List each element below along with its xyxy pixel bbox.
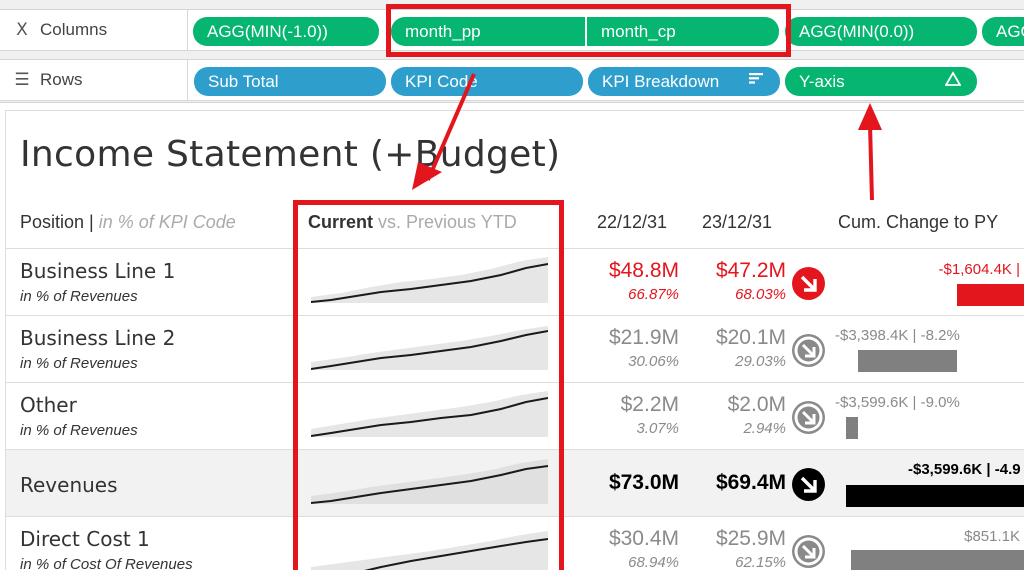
cum-change-text: -$3,599.6K | -9.0% (835, 394, 960, 411)
columns-drop-zone[interactable]: AGG(MIN(-1.0)) month_pp month_cp AGG(MIN… (188, 9, 1024, 51)
trend-down-arrow-icon (792, 267, 825, 300)
cum-change-bar (846, 485, 1024, 507)
row-sublabel: in % of Revenues (20, 288, 138, 305)
value-date-1: $73.0M (608, 471, 679, 494)
header-cum-change: Cum. Change to PY (838, 212, 999, 232)
value-date-2: $25.9M (715, 527, 786, 550)
pct-date-2: 2.94% (743, 420, 786, 437)
delta-icon (944, 71, 962, 92)
sort-descending-icon[interactable] (748, 70, 764, 91)
trend-down-arrow-icon (792, 468, 825, 501)
pill-month-pp[interactable]: month_pp (391, 17, 585, 46)
pill-agg-min-neg1[interactable]: AGG(MIN(-1.0)) (193, 17, 379, 46)
pill-agg-min-zero[interactable]: AGG(MIN(0.0)) (785, 17, 977, 46)
trend-down-arrow-icon (792, 334, 825, 367)
pct-date-1: 66.87% (628, 286, 679, 303)
sparkline (311, 326, 548, 370)
rows-shelf-label: ☰ Rows (0, 59, 188, 101)
row-label: Other (20, 393, 77, 417)
pill-sub-total[interactable]: Sub Total (194, 67, 386, 96)
value-date-2: $20.1M (715, 326, 786, 349)
table-row[interactable]: Direct Cost 1 in % of Cost Of Revenues $… (6, 516, 1024, 570)
cum-change-text: -$3,398.4K | -8.2% (835, 327, 960, 344)
pct-date-1: 30.06% (628, 353, 679, 370)
pill-month-cp[interactable]: month_cp (587, 17, 779, 46)
pct-date-1: 68.94% (628, 554, 679, 570)
sparkline (311, 531, 548, 570)
cum-change-bar (851, 550, 1024, 570)
value-date-1: $30.4M (608, 527, 679, 550)
cum-change-bar (957, 284, 1024, 306)
columns-shelf: Ⅹ Columns AGG(MIN(-1.0)) month_pp month_… (0, 9, 1024, 51)
rows-icon: ☰ (14, 70, 30, 89)
row-label: Revenues (20, 473, 118, 497)
columns-shelf-label: Ⅹ Columns (0, 9, 188, 51)
sparkline (311, 391, 548, 437)
trend-down-arrow-icon (792, 535, 825, 568)
pct-date-2: 68.03% (735, 286, 786, 303)
row-label: Business Line 2 (20, 326, 176, 350)
row-sublabel: in % of Revenues (20, 355, 138, 372)
pill-agg-truncated[interactable]: AGG (982, 17, 1024, 46)
cum-change-bar (858, 350, 957, 372)
header-position: Position | in % of KPI Code (20, 212, 236, 232)
header-date-2: 23/12/31 (702, 212, 773, 232)
rows-shelf: ☰ Rows Sub Total KPI Code KPI Breakdown … (0, 59, 1024, 101)
value-date-1: $2.2M (620, 393, 679, 416)
pill-y-axis[interactable]: Y-axis (785, 67, 977, 96)
pill-kpi-breakdown[interactable]: KPI Breakdown (588, 67, 780, 96)
header-current-vs-previous: Current vs. Previous YTD (308, 212, 517, 232)
row-sublabel: in % of Revenues (20, 422, 138, 439)
value-date-1: $21.9M (608, 326, 679, 349)
table-row[interactable]: Business Line 1 in % of Revenues $48.8M … (6, 248, 1024, 315)
value-date-2: $69.4M (715, 471, 786, 494)
value-date-2: $47.2M (715, 259, 786, 282)
sparkline (311, 257, 548, 303)
cum-change-text: $851.1K (964, 528, 1020, 545)
cum-change-text: -$1,604.4K | (938, 261, 1020, 278)
pct-date-2: 29.03% (735, 353, 786, 370)
table-row-subtotal[interactable]: Revenues $73.0M $69.4M -$3,599.6K | -4.9 (6, 449, 1024, 516)
sparkline (311, 459, 548, 504)
value-date-2: $2.0M (727, 393, 786, 416)
value-date-1: $48.8M (608, 259, 679, 282)
row-label: Direct Cost 1 (20, 527, 150, 551)
cum-change-bar (846, 417, 858, 439)
trend-down-arrow-icon (792, 401, 825, 434)
pill-kpi-code[interactable]: KPI Code (391, 67, 583, 96)
rows-drop-zone[interactable]: Sub Total KPI Code KPI Breakdown Y-axis (188, 59, 1024, 101)
header-date-1: 22/12/31 (597, 212, 668, 232)
pct-date-2: 62.15% (735, 554, 786, 570)
table-row[interactable]: Business Line 2 in % of Revenues $21.9M … (6, 315, 1024, 382)
page-title: Income Statement (+Budget) (20, 134, 561, 175)
table-row[interactable]: Other in % of Revenues $2.2M 3.07% $2.0M… (6, 382, 1024, 449)
cum-change-text: -$3,599.6K | -4.9 (908, 461, 1021, 478)
pct-date-1: 3.07% (636, 420, 679, 437)
row-sublabel: in % of Cost Of Revenues (20, 556, 193, 570)
row-label: Business Line 1 (20, 259, 176, 283)
columns-icon: Ⅹ (16, 20, 28, 39)
